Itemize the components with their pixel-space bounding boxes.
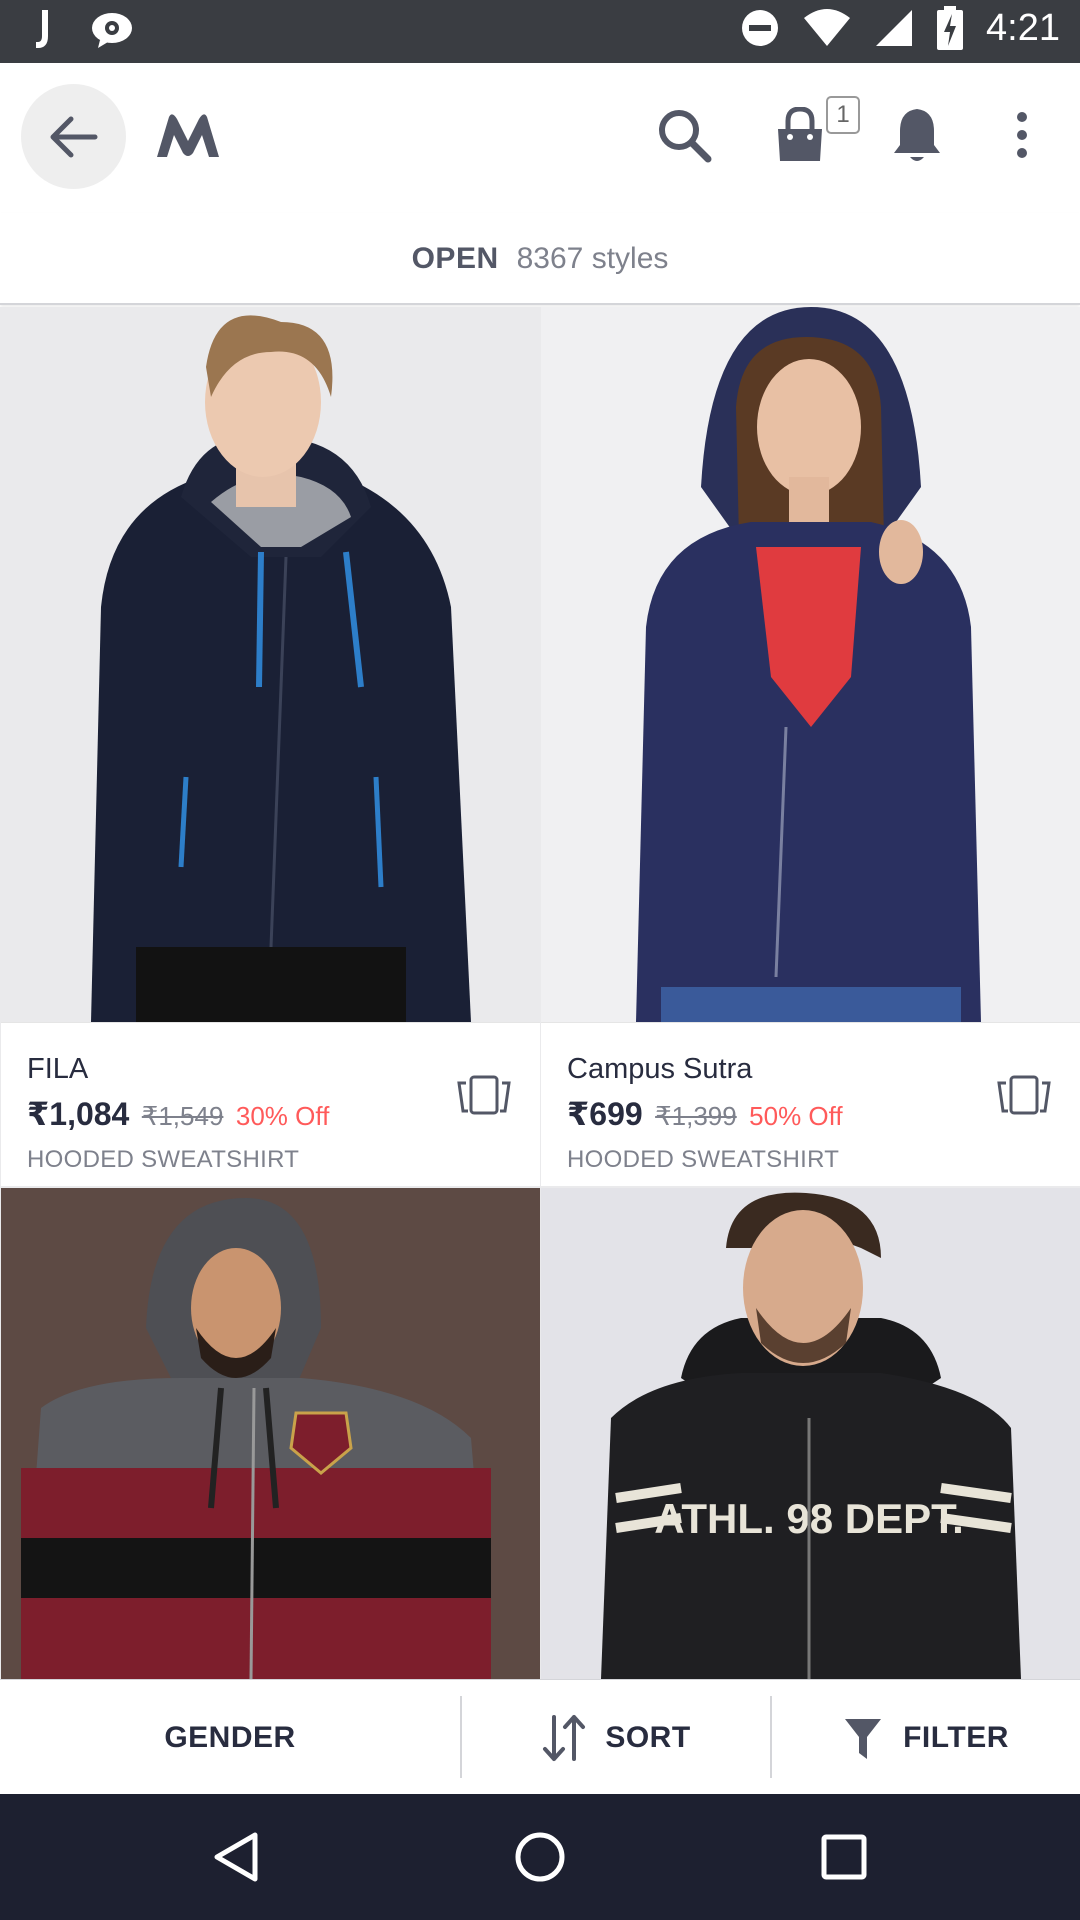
status-bar: 4:21: [0, 0, 1080, 63]
product-brand: FILA: [27, 1053, 89, 1085]
recents-square-icon: [821, 1834, 867, 1880]
product-category: HOODED SWEATSHIRT: [567, 1146, 840, 1173]
product-card[interactable]: [1, 1188, 540, 1679]
arrow-left-icon: [50, 116, 97, 157]
product-mrp: ₹1,399: [655, 1101, 737, 1131]
back-triangle-icon: [214, 1832, 258, 1882]
j-app-icon: [36, 10, 48, 48]
sort-button[interactable]: SORT: [462, 1680, 770, 1795]
product-brand: Campus Sutra: [567, 1053, 753, 1085]
nav-home-button[interactable]: [507, 1824, 573, 1890]
product-info[interactable]: Campus Sutra ₹699 ₹1,399 50% Off HOODED …: [541, 1022, 1080, 1186]
product-discount: 50% Off: [749, 1101, 843, 1131]
view-similar-icon[interactable]: [456, 1073, 512, 1117]
app-bar: 1: [0, 63, 1080, 213]
product-mrp: ₹1,549: [141, 1101, 224, 1131]
product-image[interactable]: [541, 307, 1080, 1022]
view-similar-icon[interactable]: [996, 1073, 1052, 1117]
product-image[interactable]: [1, 1188, 540, 1679]
style-count: 8367 styles: [516, 242, 669, 275]
do-not-disturb-icon: [742, 10, 779, 46]
wifi-icon: [804, 9, 851, 46]
system-nav-bar: [0, 1794, 1080, 1920]
product-category: HOODED SWEATSHIRT: [27, 1146, 300, 1173]
messenger-icon: [92, 13, 132, 48]
product-card[interactable]: Campus Sutra ₹699 ₹1,399 50% Off HOODED …: [541, 307, 1080, 1186]
nav-back-button[interactable]: [203, 1824, 269, 1890]
back-button[interactable]: [21, 84, 126, 189]
filter-label: FILTER: [903, 1720, 1009, 1754]
action-bar: GENDER SORT FILTER: [0, 1679, 1080, 1794]
sort-label: SORT: [605, 1720, 691, 1754]
battery-charging-icon: [937, 6, 964, 50]
product-image[interactable]: [1, 307, 540, 1022]
price-row: ₹1,084 ₹1,549 30% Off: [27, 1095, 329, 1133]
home-circle-icon: [515, 1832, 565, 1882]
listing-header: OPEN 8367 styles: [0, 213, 1080, 305]
filter-button[interactable]: FILTER: [772, 1680, 1080, 1795]
gender-label: GENDER: [164, 1720, 296, 1754]
product-grid: FILA ₹1,084 ₹1,549 30% Off HOODED SWEATS…: [0, 307, 1080, 1679]
product-card[interactable]: FILA ₹1,084 ₹1,549 30% Off HOODED SWEATS…: [1, 307, 540, 1186]
myntra-logo[interactable]: [155, 113, 221, 164]
listing-title: OPEN: [411, 242, 499, 275]
sort-icon: [543, 1714, 586, 1761]
signal-icon: [876, 10, 913, 46]
price-row: ₹699 ₹1,399 50% Off: [567, 1095, 843, 1133]
filter-icon: [845, 1718, 882, 1759]
more-button[interactable]: [986, 99, 1058, 171]
product-image[interactable]: ATHL. 98 DEPT.: [541, 1188, 1080, 1679]
product-price: ₹1,084: [27, 1096, 130, 1132]
more-vert-icon: [1017, 112, 1027, 158]
product-price: ₹699: [567, 1096, 643, 1132]
product-info[interactable]: FILA ₹1,084 ₹1,549 30% Off HOODED SWEATS…: [1, 1022, 540, 1186]
product-card[interactable]: ATHL. 98 DEPT.: [541, 1188, 1080, 1679]
status-time: 4:21: [986, 6, 1060, 49]
bell-icon: [894, 109, 940, 161]
bag-icon: [778, 107, 822, 161]
gender-button[interactable]: GENDER: [0, 1680, 460, 1795]
search-button[interactable]: [648, 99, 720, 171]
notifications-button[interactable]: [881, 99, 953, 171]
search-icon: [659, 110, 712, 163]
bag-count-badge: 1: [826, 96, 860, 134]
nav-recents-button[interactable]: [811, 1824, 877, 1890]
product-discount: 30% Off: [235, 1101, 330, 1131]
